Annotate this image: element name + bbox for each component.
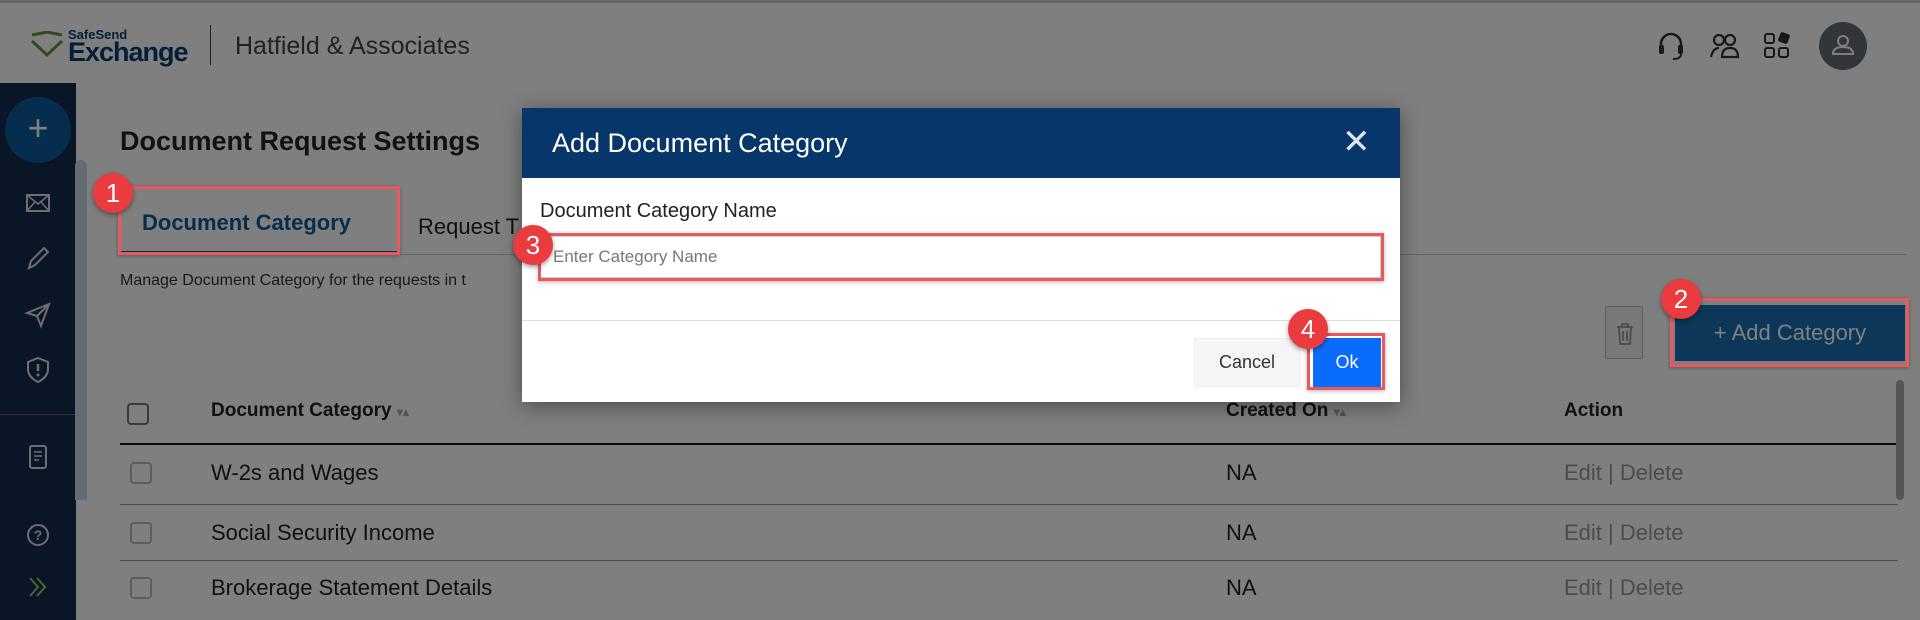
category-name-label: Document Category Name [540,200,777,222]
modal-footer-divider [522,320,1400,321]
modal-title: Add Document Category [552,128,848,158]
cancel-button[interactable]: Cancel [1194,338,1300,387]
annotation-badge-1: 1 [93,173,133,213]
annotation-box-3 [538,233,1384,281]
annotation-badge-3: 3 [513,225,553,265]
annotation-box-2 [1670,298,1909,367]
modal-header: Add Document Category ✕ [522,108,1400,178]
annotation-box-1 [118,186,400,255]
close-icon[interactable]: ✕ [1342,122,1371,162]
annotation-badge-4: 4 [1288,309,1328,349]
annotation-badge-2: 2 [1661,279,1701,319]
